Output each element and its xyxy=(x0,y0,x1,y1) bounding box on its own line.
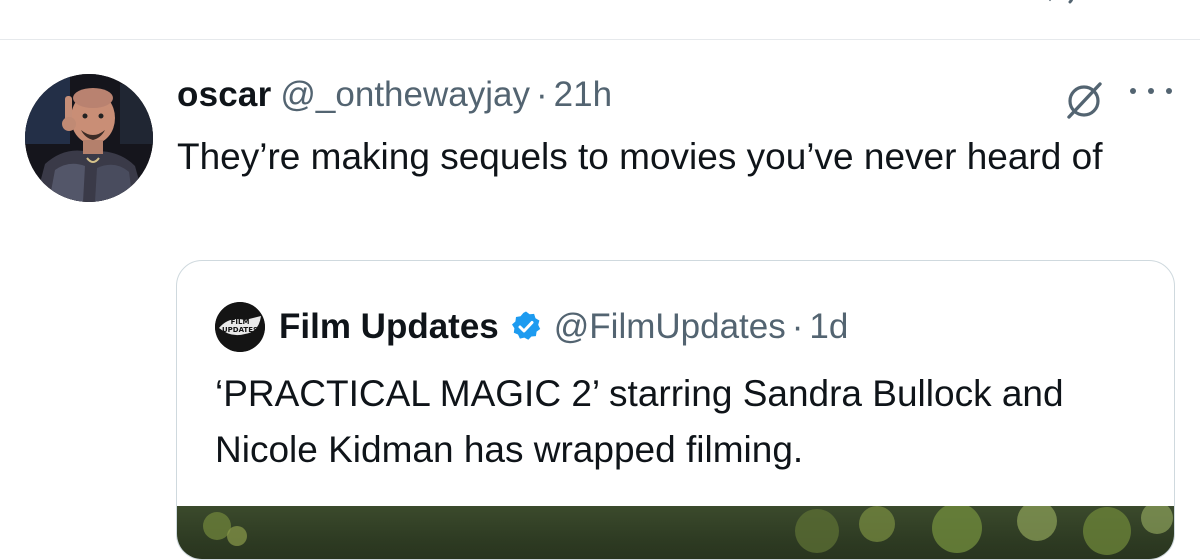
film-updates-logo: FILM UPDATES xyxy=(215,302,265,352)
more-dot xyxy=(1166,88,1172,94)
top-divider xyxy=(0,0,1200,40)
verified-badge-icon[interactable] xyxy=(509,310,543,344)
svg-text:UPDATES: UPDATES xyxy=(222,326,258,334)
timestamp[interactable]: 21h xyxy=(554,75,612,115)
grok-icon[interactable] xyxy=(1063,79,1105,121)
quoted-timestamp[interactable]: 1d xyxy=(809,307,848,347)
more-dot xyxy=(1130,88,1136,94)
user-handle[interactable]: @_onthewayjay xyxy=(280,75,530,115)
separator-dot: · xyxy=(791,307,804,346)
separator-dot: · xyxy=(535,75,548,114)
partial-icon xyxy=(1048,0,1074,4)
quoted-avatar[interactable]: FILM UPDATES xyxy=(215,302,265,352)
tweet-header: oscar @_onthewayjay · 21h xyxy=(177,75,612,115)
quoted-user-handle[interactable]: @FilmUpdates xyxy=(554,307,786,347)
tweet[interactable]: oscar @_onthewayjay · 21h They’re making… xyxy=(0,41,1200,560)
more-dot xyxy=(1148,88,1154,94)
quoted-tweet-header: FILM UPDATES Film Updates @FilmUpdates ·… xyxy=(215,302,848,352)
tweet-text: They’re making sequels to movies you’ve … xyxy=(177,136,1103,177)
quoted-tweet[interactable]: FILM UPDATES Film Updates @FilmUpdates ·… xyxy=(176,260,1175,560)
quoted-media-image[interactable] xyxy=(177,501,1174,559)
svg-text:FILM: FILM xyxy=(231,318,250,326)
quoted-display-name[interactable]: Film Updates xyxy=(279,307,499,347)
quoted-tweet-text: ‘PRACTICAL MAGIC 2’ starring Sandra Bull… xyxy=(215,373,1064,470)
display-name[interactable]: oscar xyxy=(177,75,271,115)
foliage-image xyxy=(203,501,1173,555)
avatar-image xyxy=(25,74,153,202)
more-icon[interactable] xyxy=(1130,81,1172,101)
avatar[interactable] xyxy=(25,74,153,202)
